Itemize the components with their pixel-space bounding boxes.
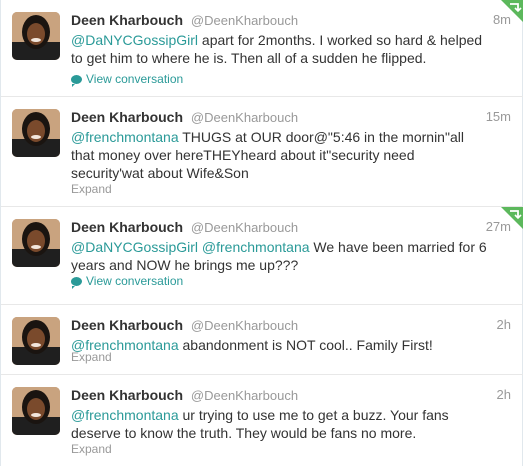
mention-link[interactable]: @frenchmontana — [71, 407, 179, 423]
timestamp[interactable]: 15m — [486, 108, 511, 126]
avatar[interactable] — [12, 12, 60, 60]
speech-bubble-icon — [71, 75, 82, 87]
avatar[interactable] — [12, 387, 60, 435]
timestamp[interactable]: 2h — [497, 386, 511, 404]
expand-link[interactable]: Expand — [71, 181, 112, 197]
tweet-body: abandonment is NOT cool.. Family First! — [178, 337, 433, 353]
avatar[interactable] — [12, 317, 60, 365]
fullname[interactable]: Deen Kharbouch — [71, 317, 183, 333]
tweet[interactable]: Deen Kharbouch @DeenKharbouch 8m @DaNYCG… — [1, 0, 523, 97]
fullname[interactable]: Deen Kharbouch — [71, 387, 183, 403]
mention-link[interactable]: @DaNYCGossipGirl — [71, 239, 198, 255]
username[interactable]: @DeenKharbouch — [191, 388, 298, 403]
tweet-header: Deen Kharbouch @DeenKharbouch — [71, 218, 298, 237]
tweet[interactable]: Deen Kharbouch @DeenKharbouch 15m @frenc… — [1, 97, 523, 207]
tweet-header: Deen Kharbouch @DeenKharbouch — [71, 11, 298, 30]
tweet-header: Deen Kharbouch @DeenKharbouch — [71, 386, 298, 405]
avatar-photo — [12, 387, 60, 435]
retweet-corner-icon — [501, 0, 523, 22]
tweet-text: @frenchmontana THUGS at OUR door@"5:46 i… — [71, 128, 491, 182]
tweet-text: @DaNYCGossipGirl apart for 2months. I wo… — [71, 31, 491, 67]
tweet[interactable]: Deen Kharbouch @DeenKharbouch 2h @french… — [1, 305, 523, 375]
tweet-stream: Deen Kharbouch @DeenKharbouch 8m @DaNYCG… — [0, 0, 523, 466]
avatar[interactable] — [12, 109, 60, 157]
fullname[interactable]: Deen Kharbouch — [71, 12, 183, 28]
fullname[interactable]: Deen Kharbouch — [71, 109, 183, 125]
username[interactable]: @DeenKharbouch — [191, 318, 298, 333]
tweet-text: @DaNYCGossipGirl @frenchmontana We have … — [71, 238, 491, 274]
mention-link[interactable]: @frenchmontana — [202, 239, 310, 255]
tweet-header: Deen Kharbouch @DeenKharbouch — [71, 316, 298, 335]
tweet-text: @frenchmontana ur trying to use me to ge… — [71, 406, 491, 442]
avatar-photo — [12, 219, 60, 267]
view-conversation-label: View conversation — [86, 274, 184, 288]
timestamp[interactable]: 2h — [497, 316, 511, 334]
view-conversation-link[interactable]: View conversation — [71, 71, 183, 87]
expand-link[interactable]: Expand — [71, 349, 112, 365]
retweet-corner-icon — [501, 207, 523, 229]
view-conversation-label: View conversation — [86, 72, 184, 86]
expand-link[interactable]: Expand — [71, 441, 112, 457]
tweet-header: Deen Kharbouch @DeenKharbouch — [71, 108, 298, 127]
view-conversation-link[interactable]: View conversation — [71, 273, 183, 289]
avatar[interactable] — [12, 219, 60, 267]
tweet-text: @frenchmontana abandonment is NOT cool..… — [71, 336, 491, 354]
tweet[interactable]: Deen Kharbouch @DeenKharbouch 27m @DaNYC… — [1, 207, 523, 305]
mention-link[interactable]: @DaNYCGossipGirl — [71, 32, 198, 48]
mention-link[interactable]: @frenchmontana — [71, 129, 179, 145]
username[interactable]: @DeenKharbouch — [191, 13, 298, 28]
speech-bubble-icon — [71, 277, 82, 289]
avatar-photo — [12, 109, 60, 157]
fullname[interactable]: Deen Kharbouch — [71, 219, 183, 235]
avatar-photo — [12, 12, 60, 60]
username[interactable]: @DeenKharbouch — [191, 110, 298, 125]
avatar-photo — [12, 317, 60, 365]
username[interactable]: @DeenKharbouch — [191, 220, 298, 235]
tweet[interactable]: Deen Kharbouch @DeenKharbouch 2h @french… — [1, 375, 523, 466]
